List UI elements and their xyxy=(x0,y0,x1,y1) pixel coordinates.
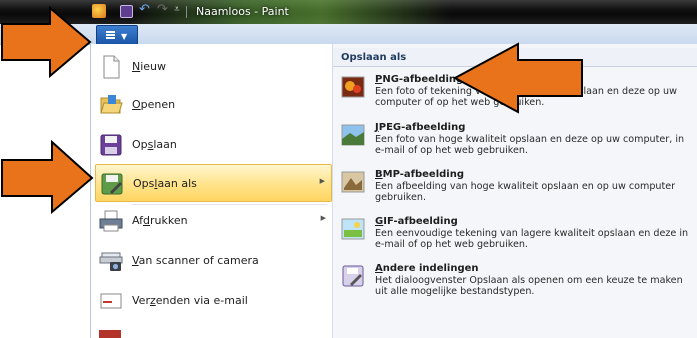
save-icon xyxy=(100,134,122,156)
menu-item-print[interactable]: Afdrukken ▶ xyxy=(95,202,332,240)
menu-item-email[interactable]: Verzenden via e-mail xyxy=(95,282,332,320)
submenu-title: Opslaan als xyxy=(341,52,407,63)
save-as-gif[interactable]: GIF-afbeelding Een eenvoudige tekening v… xyxy=(337,216,692,258)
save-as-other-formats[interactable]: Andere indelingen Het dialoogvenster Ops… xyxy=(337,263,692,305)
customize-qat-icon[interactable]: ⩡ xyxy=(174,3,184,17)
other-formats-icon xyxy=(342,265,364,287)
menu-item-label: Van scanner of camera xyxy=(132,254,259,267)
application-menu: Nieuw Openen Opslaan Opslaan als ▶ Afdru… xyxy=(90,44,697,338)
next-item-icon-partial xyxy=(99,330,121,338)
app-menu-icon xyxy=(106,31,115,39)
png-image-icon xyxy=(341,76,365,98)
submenu-item-title: PNG-afbeelding xyxy=(375,74,464,85)
gif-image-icon xyxy=(341,218,365,240)
printer-icon xyxy=(99,210,123,232)
menu-item-open[interactable]: Openen xyxy=(95,86,332,124)
submenu-item-title: GIF-afbeelding xyxy=(375,216,458,227)
app-menu-button[interactable]: ▼ xyxy=(96,25,138,45)
menu-item-label: Openen xyxy=(132,98,176,111)
paint-app-icon[interactable] xyxy=(92,4,106,18)
submenu-arrow-icon: ▶ xyxy=(320,214,326,222)
bmp-image-icon xyxy=(341,171,365,193)
save-as-jpeg[interactable]: JPEG-afbeelding Een foto van hoge kwalit… xyxy=(337,122,692,164)
submenu-item-title: Andere indelingen xyxy=(375,263,479,274)
jpeg-image-icon xyxy=(341,124,365,146)
redo-icon[interactable]: ↷ xyxy=(157,3,171,17)
title-separator xyxy=(186,6,187,18)
window-title: Naamloos - Paint xyxy=(196,5,289,18)
menu-item-new[interactable]: Nieuw xyxy=(95,48,332,86)
undo-icon[interactable]: ↶ xyxy=(139,3,153,17)
submenu-item-description: Een eenvoudige tekening van lagere kwali… xyxy=(375,228,689,250)
submenu-item-description: Het dialoogvenster Opslaan als openen om… xyxy=(375,275,683,297)
menu-item-label: Nieuw xyxy=(132,60,167,73)
save-as-bmp[interactable]: BMP-afbeelding Een afbeelding van hoge k… xyxy=(337,169,692,211)
submenu-arrow-icon: ▶ xyxy=(319,177,325,185)
open-folder-icon xyxy=(100,95,123,114)
quick-save-icon[interactable] xyxy=(120,5,133,18)
annotation-arrow-icon xyxy=(1,139,94,215)
chevron-down-icon: ▼ xyxy=(121,32,128,41)
submenu-item-title: JPEG-afbeelding xyxy=(375,122,466,133)
submenu-item-description: Een foto van hoge kwaliteit opslaan en d… xyxy=(375,134,685,156)
menu-item-label: Opslaan als xyxy=(133,177,197,190)
title-bar: ↶ ↷ ⩡ Naamloos - Paint xyxy=(0,0,697,24)
menu-item-save[interactable]: Opslaan xyxy=(95,126,332,164)
new-file-icon xyxy=(103,55,120,79)
email-icon xyxy=(100,293,122,309)
annotation-arrow-icon xyxy=(452,42,583,114)
submenu-item-description: Een afbeelding van hoge kwaliteit opslaa… xyxy=(375,181,676,203)
menu-item-label: Verzenden via e-mail xyxy=(132,294,248,307)
menu-commands: Nieuw Openen Opslaan Opslaan als ▶ Afdru… xyxy=(91,44,333,338)
menu-item-scanner-camera[interactable]: Van scanner of camera xyxy=(95,242,332,280)
menu-item-label: Afdrukken xyxy=(132,214,188,227)
save-as-icon xyxy=(101,173,123,195)
submenu-item-title: BMP-afbeelding xyxy=(375,169,464,180)
menu-item-label: Opslaan xyxy=(132,138,177,151)
annotation-arrow-icon xyxy=(1,5,92,79)
scanner-camera-icon xyxy=(99,252,123,271)
menu-item-save-as[interactable]: Opslaan als ▶ xyxy=(95,164,332,202)
